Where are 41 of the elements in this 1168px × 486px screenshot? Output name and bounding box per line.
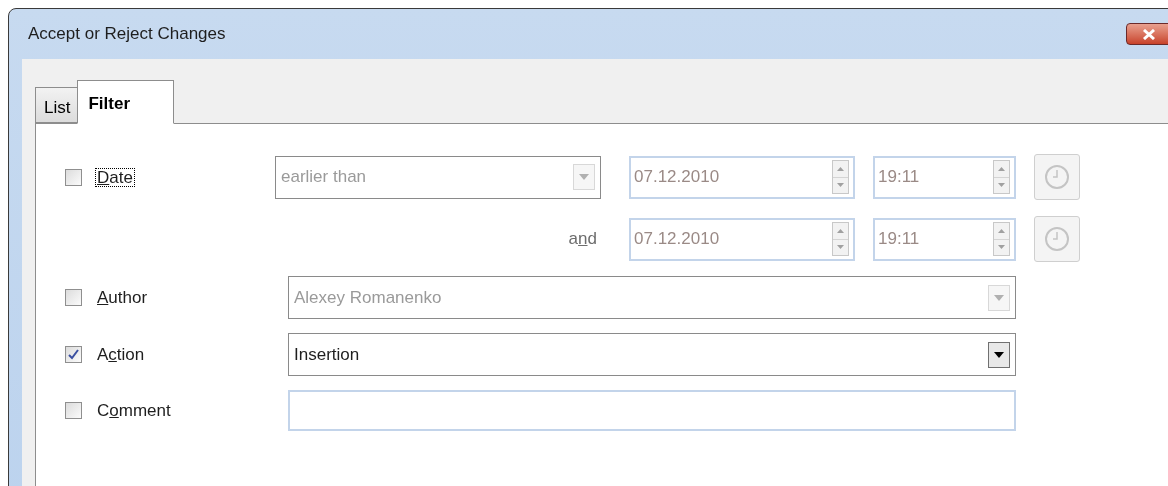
checkbox[interactable] (65, 168, 82, 186)
clock-button[interactable] (1034, 216, 1080, 262)
dropdown[interactable]: Insertion (288, 333, 1016, 376)
clock-button[interactable] (1034, 154, 1080, 200)
tab[interactable]: Filter (77, 80, 175, 124)
caret-icon (994, 294, 1004, 301)
and-label: and (568, 228, 597, 251)
date-value: 07.12.2010 (634, 166, 720, 189)
filter-label: Action (96, 346, 146, 363)
down-arrow-icon (837, 183, 844, 188)
checkbox[interactable] (65, 346, 82, 363)
down-arrow-icon (998, 183, 1005, 188)
dropdown-value: Insertion (294, 343, 360, 366)
down-arrow-icon (998, 245, 1005, 250)
filter-label: Author (96, 289, 149, 306)
up-arrow-icon (998, 166, 1005, 171)
close-button[interactable] (1126, 23, 1168, 45)
spin-button[interactable] (993, 160, 1010, 194)
up-arrow-icon (998, 228, 1005, 233)
window-title: Accept or Reject Changes (28, 23, 226, 46)
down-arrow-icon (837, 245, 844, 250)
comment-field[interactable] (288, 390, 1016, 431)
dropdown-value: earlier than (281, 166, 367, 189)
dropdown-value: Alexey Romanenko (294, 286, 442, 309)
up-arrow-icon (837, 166, 844, 171)
filter-label: Date (96, 168, 134, 186)
time-value: 19:11 (878, 166, 920, 189)
caret-icon (579, 174, 589, 180)
tab[interactable]: List (35, 87, 79, 123)
spin-button[interactable] (993, 222, 1010, 256)
date-value: 07.12.2010 (634, 228, 720, 251)
up-arrow-icon (837, 228, 844, 233)
dropdown-arrow-button[interactable] (988, 341, 1010, 368)
filter-label: Comment (96, 402, 172, 419)
caret-icon (994, 351, 1004, 358)
close-icon (1142, 28, 1156, 40)
time-value: 19:11 (878, 228, 920, 251)
check-icon (68, 349, 79, 360)
clock-icon (1044, 226, 1070, 252)
checkbox[interactable] (65, 402, 82, 419)
clock-icon (1044, 164, 1070, 190)
